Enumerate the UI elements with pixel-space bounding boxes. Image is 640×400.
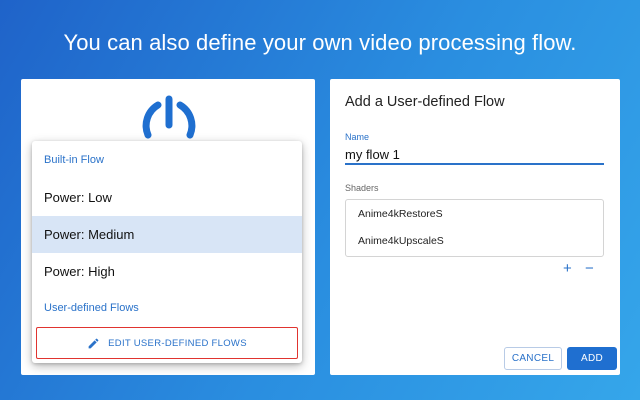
dialog-title: Add a User-defined Flow [345,94,505,110]
add-shader-button[interactable]: + [563,259,572,279]
power-icon[interactable] [134,95,204,145]
add-button[interactable]: ADD [567,347,617,370]
shader-item-restore[interactable]: Anime4kRestoreS [358,208,443,220]
pencil-icon [88,338,99,348]
remove-shader-button[interactable]: − [585,259,594,279]
edit-user-defined-flows-button[interactable]: EDIT USER-DEFINED FLOWS [36,327,298,359]
shaders-label: Shaders [345,183,379,193]
menu-item-power-medium[interactable]: Power: Medium [32,216,302,253]
user-defined-flows-header: User-defined Flows [44,302,139,314]
menu-item-power-low[interactable]: Power: Low [32,179,302,216]
menu-item-power-high[interactable]: Power: High [32,253,302,290]
flow-selector-panel: Built-in Flow Power: Low Power: Medium P… [21,79,315,375]
builtin-flow-header: Built-in Flow [44,154,104,166]
name-input[interactable] [345,145,604,165]
edit-flows-label: EDIT USER-DEFINED FLOWS [108,337,247,349]
shaders-list[interactable]: Anime4kRestoreS Anime4kUpscaleS [345,199,604,257]
headline: You can also define your own video proce… [63,30,577,55]
shader-item-upscale[interactable]: Anime4kUpscaleS [358,235,444,247]
name-label: Name [345,132,370,142]
cancel-button[interactable]: CANCEL [504,347,562,370]
flow-dropdown-menu: Built-in Flow Power: Low Power: Medium P… [32,141,302,363]
add-flow-dialog: Add a User-defined Flow Name Shaders Ani… [330,79,620,375]
